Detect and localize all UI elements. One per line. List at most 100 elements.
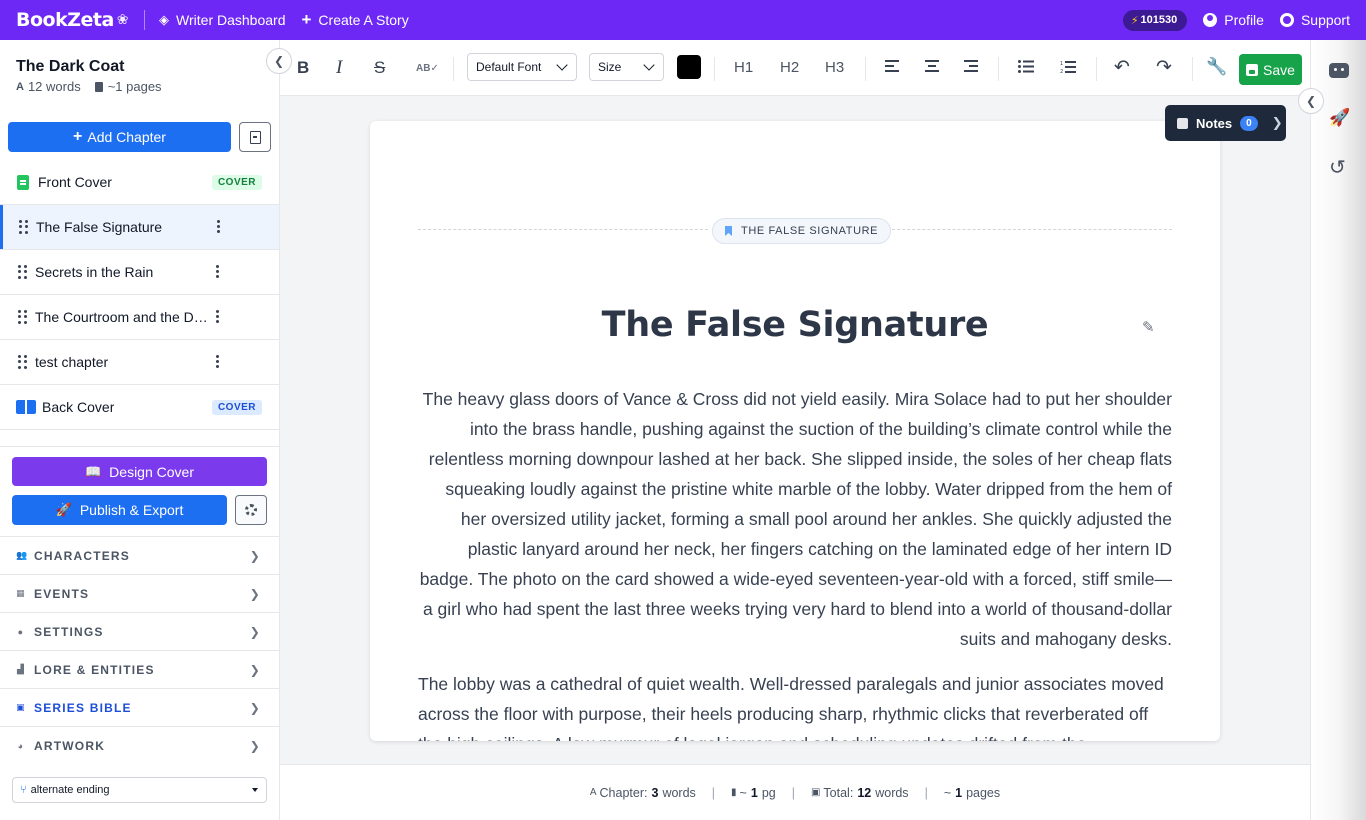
editor-page[interactable]: THE FALSE SIGNATURE The False Signature … (370, 121, 1220, 741)
collapse-sidebar-button[interactable]: ❮ (266, 48, 292, 74)
import-document-button[interactable] (239, 122, 271, 152)
divider (144, 10, 146, 30)
divider (1192, 57, 1193, 81)
create-story-label: Create A Story (318, 12, 409, 28)
brand-logo[interactable]: BookZeta ❀ (16, 9, 129, 31)
align-left-icon[interactable] (885, 60, 899, 72)
heading-2-button[interactable]: H2 (780, 59, 799, 76)
paragraph[interactable]: The lobby was a cathedral of quiet wealt… (418, 669, 1172, 741)
bullet-list-icon[interactable] (1018, 60, 1034, 73)
redo-icon[interactable]: ↷ (1156, 56, 1172, 79)
top-navbar: BookZeta ❀ ◈ Writer Dashboard + Create A… (0, 0, 1366, 40)
branch-select[interactable]: ⑂ alternate ending (12, 777, 267, 803)
design-cover-label: Design Cover (109, 463, 194, 480)
support-link[interactable]: Support (1279, 12, 1350, 28)
rocket-icon: 🚀 (55, 502, 72, 517)
pages-unit: pages (966, 785, 1001, 800)
chevron-right-icon: ❯ (249, 700, 261, 715)
paragraph[interactable]: The heavy glass doors of Vance & Cross d… (418, 384, 1172, 654)
spellcheck-button[interactable]: AB✓ (416, 58, 439, 78)
publish-export-button[interactable]: 🚀 Publish & Export (12, 495, 227, 525)
drag-handle-icon[interactable] (18, 310, 27, 324)
section-label: CHARACTERS (34, 548, 130, 563)
drag-handle-icon[interactable] (18, 265, 27, 279)
drag-handle-icon[interactable] (18, 355, 27, 369)
users-icon: 👥 (16, 550, 29, 560)
drag-handle-icon[interactable] (19, 220, 28, 234)
chapter-item-front-cover[interactable]: Front Cover COVER (0, 160, 279, 205)
heading-1-button[interactable]: H1 (734, 59, 753, 76)
design-cover-button[interactable]: 📖 Design Cover (12, 457, 267, 486)
book-page-count: ~1 pages (107, 79, 162, 94)
size-select[interactable]: Size (589, 53, 664, 81)
bookmark-icon (725, 226, 732, 236)
more-options-icon[interactable] (217, 220, 220, 233)
align-center-icon[interactable] (925, 60, 939, 72)
create-story-link[interactable]: + Create A Story (301, 10, 408, 30)
section-label: LORE & ENTITIES (34, 662, 155, 677)
chapter-label: The Courtroom and the Dark Coat (35, 309, 211, 325)
cover-page-icon (17, 174, 29, 190)
book-icon: 📖 (84, 463, 102, 479)
font-select[interactable]: Default Font (467, 53, 577, 81)
section-characters[interactable]: 👥 CHARACTERS ❯ (0, 536, 279, 574)
section-label: SETTINGS (34, 624, 104, 639)
writer-dashboard-link[interactable]: ◈ Writer Dashboard (159, 12, 285, 28)
bold-button[interactable]: B (297, 58, 309, 78)
heading-3-button[interactable]: H3 (825, 59, 844, 76)
chapter-label: Back Cover (42, 399, 115, 415)
text-color-picker[interactable] (677, 55, 701, 79)
chapter-list: Front Cover COVER The False Signature Se… (0, 160, 279, 430)
book-stats: A 12 words ~1 pages (16, 79, 162, 94)
notes-panel-toggle[interactable]: Notes 0 ❯ (1165, 105, 1286, 141)
chapter-pages-value: 1 (750, 785, 758, 800)
chapter-item-test-chapter[interactable]: test chapter (0, 340, 279, 385)
italic-button[interactable]: I (336, 57, 342, 78)
more-options-icon[interactable] (216, 355, 219, 368)
rocket-icon[interactable]: 🚀 (1329, 108, 1350, 128)
publish-settings-button[interactable] (235, 495, 267, 525)
history-icon[interactable]: ↺ (1329, 155, 1346, 180)
numbered-list-icon[interactable]: 12 (1060, 60, 1076, 75)
chevron-left-icon: ❮ (273, 54, 285, 68)
total-words-value: 12 (857, 785, 872, 800)
profile-link[interactable]: Profile (1203, 12, 1264, 28)
chapter-title[interactable]: The False Signature (370, 305, 1220, 345)
section-events[interactable]: ▦ EVENTS ❯ (0, 574, 279, 612)
chapter-item-secrets-in-the-rain[interactable]: Secrets in the Rain (0, 250, 279, 295)
section-lore-entities[interactable]: ▟ LORE & ENTITIES ❯ (0, 650, 279, 688)
chapter-item-back-cover[interactable]: Back Cover COVER (0, 385, 279, 430)
add-chapter-button[interactable]: + Add Chapter (8, 122, 231, 152)
bible-book-icon: ▣ (16, 702, 26, 712)
pencil-icon[interactable]: ✎ (1142, 318, 1155, 336)
save-button[interactable]: Save (1239, 54, 1302, 85)
chevron-right-icon: ❯ (1271, 115, 1283, 130)
chapter-sidebar: The Dark Coat A 12 words ~1 pages + Add … (0, 40, 280, 820)
more-options-icon[interactable] (216, 265, 219, 278)
editor-toolbar: B I S AB✓ Default Font Size H1 H2 H3 12 … (280, 40, 1310, 96)
chevron-right-icon: ❯ (249, 662, 261, 677)
divider (998, 57, 999, 81)
map-pin-icon: ● (17, 626, 25, 637)
section-series-bible[interactable]: ▣ SERIES BIBLE ❯ (0, 688, 279, 726)
file-import-icon (249, 130, 261, 144)
branch-value: alternate ending (30, 784, 110, 796)
svg-text:1: 1 (1060, 61, 1063, 67)
robot-icon[interactable] (1329, 63, 1349, 78)
add-chapter-label: Add Chapter (87, 129, 166, 145)
undo-icon[interactable]: ↶ (1114, 56, 1130, 79)
more-options-icon[interactable] (216, 310, 219, 323)
wrench-icon[interactable]: 🔧 (1206, 57, 1227, 77)
chapter-item-the-courtroom[interactable]: The Courtroom and the Dark Coat (0, 295, 279, 340)
collapse-right-panel-button[interactable]: ❮ (1298, 88, 1324, 114)
strikethrough-button[interactable]: S (374, 58, 385, 78)
chapter-item-the-false-signature[interactable]: The False Signature (0, 205, 279, 250)
credits-value: 101530 (1140, 14, 1178, 26)
section-settings[interactable]: ● SETTINGS ❯ (0, 612, 279, 650)
section-artwork[interactable]: ◕ ARTWORK ❯ (0, 726, 279, 764)
divider (453, 57, 454, 81)
document-icon (94, 81, 103, 92)
book-icon: ▣ (810, 787, 821, 798)
section-label: EVENTS (34, 586, 90, 601)
align-right-icon[interactable] (964, 60, 978, 72)
